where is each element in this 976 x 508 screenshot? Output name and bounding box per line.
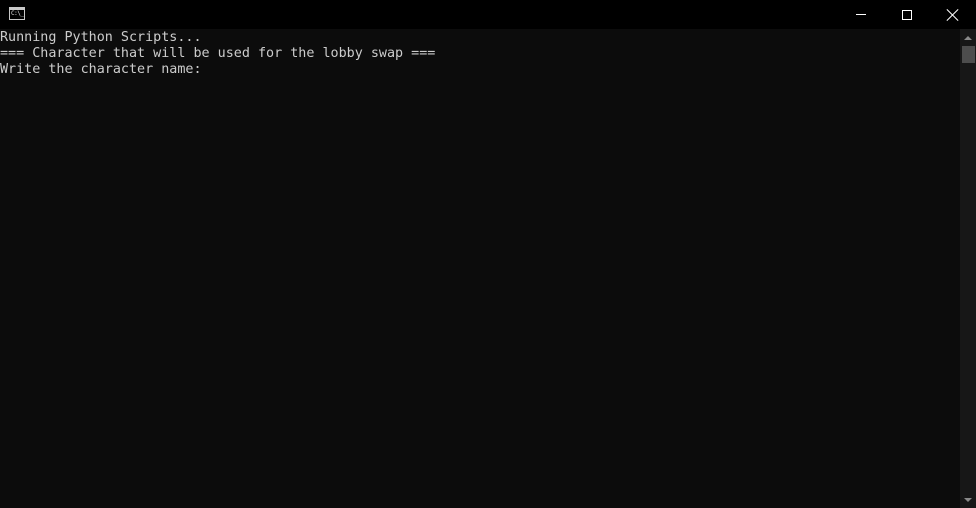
title-bar[interactable]: C:\_ (0, 0, 976, 29)
scroll-down-button[interactable] (960, 491, 976, 508)
console-app-icon[interactable]: C:\_ (9, 7, 25, 20)
console-line: Running Python Scripts... (0, 30, 202, 45)
console-window: C:\_ Running Python Scripts... === Chara… (0, 0, 976, 508)
close-icon (947, 9, 959, 21)
scroll-up-arrow-icon (964, 35, 972, 40)
minimize-icon (856, 14, 866, 15)
app-icon-prompt: C:\_ (11, 10, 24, 17)
console-output[interactable]: Running Python Scripts... === Character … (0, 29, 960, 508)
scroll-up-button[interactable] (960, 29, 976, 46)
console-line: Write the character name: (0, 62, 202, 77)
scroll-down-arrow-icon (964, 497, 972, 502)
maximize-button[interactable] (884, 0, 930, 29)
scrollbar-thumb[interactable] (962, 46, 975, 63)
minimize-button[interactable] (838, 0, 884, 29)
vertical-scrollbar[interactable] (960, 29, 976, 508)
maximize-icon (902, 9, 912, 20)
console-line: === Character that will be used for the … (0, 46, 436, 61)
close-button[interactable] (930, 0, 976, 29)
